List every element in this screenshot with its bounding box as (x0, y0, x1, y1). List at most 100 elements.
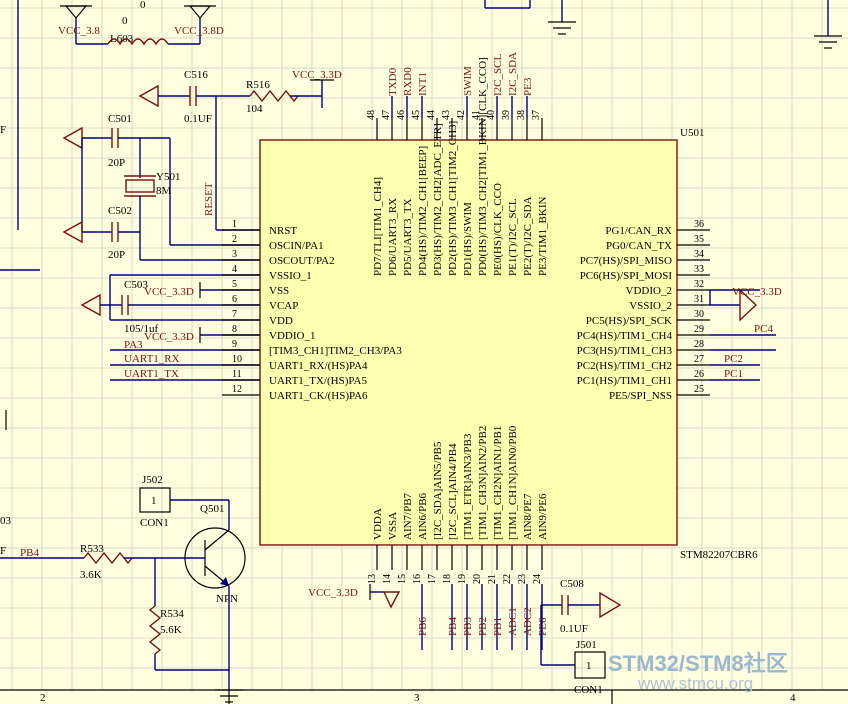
pin-number: 30 (694, 309, 704, 320)
connector-ref: J502 (142, 474, 163, 486)
net-label: PB2 (477, 617, 489, 636)
capacitor-ref: C502 (108, 205, 132, 217)
pin-name: PC2(HS)/TIM1_CH2 (577, 360, 672, 372)
pin-name: PE2(T)/I2C_SDA (522, 197, 534, 277)
resistor-ref: R533 (80, 543, 104, 555)
pin-name: PD5/UART3_TX (402, 198, 414, 276)
pin-number: 47 (381, 110, 392, 120)
pin-name: PC1(HS)/TIM1_CH1 (577, 375, 672, 387)
pin-name: VDDIO_2 (626, 285, 672, 297)
net-label: PB4 (447, 617, 459, 636)
pin-number: 6 (232, 294, 237, 305)
pin-number: 39 (501, 110, 512, 120)
net-label: UART1_TX (124, 368, 179, 380)
net-label: I2C_SCL (492, 54, 504, 96)
pin-name: [TIM1_CH2N]AIN1/PB1 (492, 426, 504, 540)
pin-name: UART1_CK/(HS)PA6 (269, 390, 368, 402)
pin-name: [TIM1_CH1N]AIN0/PB0 (507, 425, 519, 540)
gnd-arrow (62, 126, 83, 150)
capacitor-ref: C508 (560, 578, 584, 590)
pin-name: VDD (269, 315, 293, 327)
pin-number: 24 (532, 574, 543, 584)
pin-number: 31 (694, 294, 704, 305)
pin-name: AIN9/PE6 (537, 493, 549, 540)
bottom-net-labels: PB6 PB4 PB3 PB2 PB1 ADC1 ADC2 PE6 (417, 584, 549, 650)
ic-part-number: STM82207CBR6 (680, 549, 758, 561)
transistor-ref: Q501 (200, 503, 224, 515)
pin-name: [I2C_SDA]AIN5/PB5 (432, 441, 444, 540)
watermark-url: www.stmcu.org (638, 674, 754, 693)
pin-number: 35 (694, 234, 704, 245)
connector-pin: 1 (151, 495, 157, 507)
pin-number: 45 (411, 110, 422, 120)
gnd-arrow (80, 293, 101, 317)
edge-text: F (0, 545, 6, 557)
pin-name: VSSIO_2 (629, 300, 672, 312)
pin-name: [TIM3_CH1]TIM2_CH3/PA3 (269, 345, 402, 357)
pin-number: 43 (441, 110, 452, 120)
pin-name: PC7(HS)/SPI_MISO (580, 255, 672, 267)
transistor-collector (204, 529, 230, 551)
pin-name: VSSA (387, 512, 399, 540)
capacitor-ref: C501 (108, 113, 132, 125)
net-label: SWIM (462, 66, 474, 96)
pin-name: PD3(HS)/TIM2_CH2[ADC_ETR] (432, 123, 444, 276)
pin-number: 1 (232, 219, 237, 230)
pin-name: AIN7/PB7 (402, 492, 414, 540)
pin-number: 19 (457, 574, 468, 584)
net-label: TXD0 (387, 67, 399, 96)
pin-number: 7 (232, 309, 237, 320)
pin-name: [I2C_SCL]AIN4/PB4 (447, 443, 459, 540)
pin-name: PE3/TIM1_BKIN (537, 197, 549, 277)
pin-name: PD1(HS)/SWIM (462, 202, 474, 276)
edge-text: 03 (0, 515, 12, 527)
connector-pin: 1 (586, 660, 592, 672)
pin-number: 48 (366, 110, 377, 120)
zone-label: 2 (40, 692, 46, 704)
pin-number: 3 (232, 249, 237, 260)
pin-number: 18 (442, 574, 453, 584)
net-label: I2C_SDA (507, 52, 519, 96)
connector-value: CON1 (574, 684, 603, 696)
gnd-arrow (382, 591, 401, 609)
resistor-value: 0 (122, 15, 128, 27)
net-label: ADC1 (507, 607, 519, 636)
pin-name: VSSIO_1 (269, 270, 312, 282)
net-label: VCC_3.3D (144, 331, 194, 343)
net-label: VCC_3.3D (308, 587, 358, 599)
pin-number: 20 (472, 574, 483, 584)
schematic-sheet: 2 3 4 F 03 F 0 0 VCC_3.8 VCC_3.8D L603 C… (0, 0, 848, 704)
watermark: STM32/STM8社区 www.stmcu.org (608, 646, 848, 694)
net-label: PB4 (20, 547, 39, 559)
pin-name: PG1/CAN_RX (605, 225, 672, 237)
gnd-arrow (599, 591, 622, 619)
ic-ref: U501 (680, 127, 704, 139)
pin-number: 29 (694, 324, 704, 335)
pin-number: 28 (694, 339, 704, 350)
pin-name: PC5(HS)/SPI_SCK (586, 315, 672, 327)
pin-number: 12 (232, 384, 242, 395)
pin-name: UART1_TX/(HS)PA5 (269, 375, 367, 387)
crystal-y501 (125, 179, 155, 193)
resistor-value: 5.6K (160, 624, 182, 636)
edge-text: F (0, 124, 6, 136)
pin-number: 17 (427, 574, 438, 584)
net-label: VCC_3.8 (58, 25, 100, 37)
net-label: INT1 (417, 72, 429, 96)
resistor-value: 0 (140, 0, 146, 11)
pin-number: 27 (694, 354, 704, 365)
pin-name: PE1(T)/I2C_SCL (507, 198, 519, 276)
pin-name: PG0/CAN_TX (606, 240, 672, 252)
net-label: PB6 (417, 617, 429, 636)
connector-ref: J501 (576, 639, 597, 651)
pin-number: 46 (396, 110, 407, 120)
pin-number: 22 (502, 574, 513, 584)
pin-number: 44 (426, 110, 437, 120)
pin-name: PD4(HS)/TIM2_CH1[BEEP] (417, 146, 429, 276)
pin-number: 26 (694, 369, 704, 380)
pin-name: PD6/UART3_RX (387, 198, 399, 276)
pin-name: VDDIO_1 (269, 330, 315, 342)
gnd-arrow (138, 84, 159, 108)
resistor-ref: R516 (246, 79, 270, 91)
pin-number: 9 (232, 339, 237, 350)
